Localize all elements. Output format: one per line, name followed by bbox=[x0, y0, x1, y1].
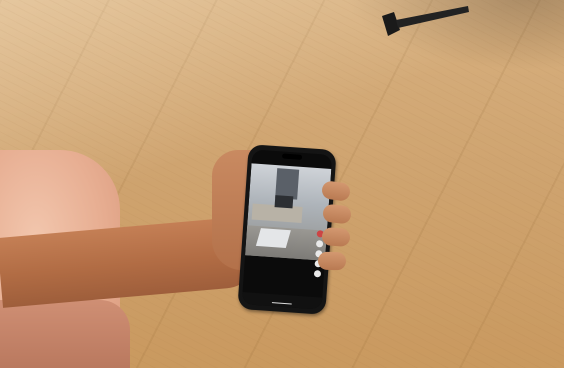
video-box bbox=[255, 228, 291, 248]
share-icon[interactable] bbox=[313, 269, 322, 278]
finger bbox=[321, 227, 351, 247]
bottom-bar bbox=[241, 292, 323, 310]
photo-scene bbox=[0, 0, 564, 368]
video-laptop bbox=[274, 195, 294, 209]
phone-notch bbox=[281, 153, 303, 160]
smartphone bbox=[237, 144, 337, 315]
tripod-leg-icon bbox=[382, 6, 469, 36]
finger bbox=[322, 203, 352, 225]
finger bbox=[317, 251, 347, 271]
leg-shadow bbox=[0, 300, 130, 368]
phone-screen[interactable] bbox=[241, 149, 333, 310]
home-indicator bbox=[271, 301, 292, 305]
